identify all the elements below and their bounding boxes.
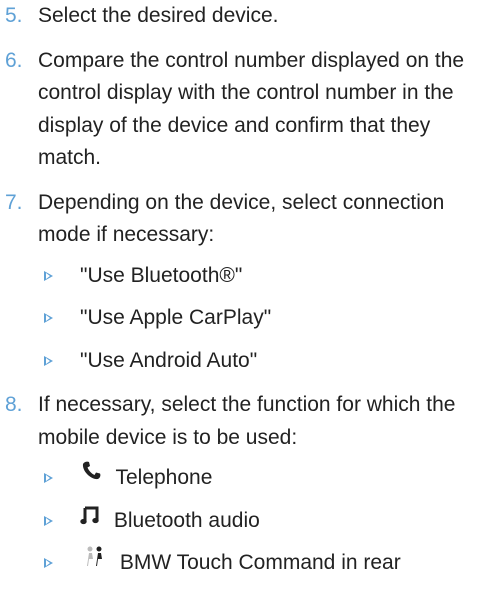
option-use-bluetooth: "Use Bluetooth®" (38, 260, 485, 293)
connection-mode-options: "Use Bluetooth®" "Use Apple CarPlay" "Us… (38, 260, 485, 378)
step-text: Select the desired device. (38, 4, 279, 27)
step-text: Compare the control number displayed on … (38, 48, 465, 170)
option-label: "Use Apple CarPlay" (80, 306, 272, 329)
rear-passengers-icon (80, 545, 106, 578)
function-telephone: Telephone (38, 460, 485, 495)
step-number: 7. (5, 190, 23, 214)
function-label: BMW Touch Command in rear (119, 551, 401, 574)
triangle-bullet-icon (44, 558, 53, 568)
function-bluetooth-audio: Bluetooth audio (38, 505, 485, 538)
step-7: 7. Depending on the device, select conne… (0, 187, 491, 378)
step-number: 5. (5, 4, 23, 27)
triangle-bullet-icon (44, 473, 53, 483)
step-8: 8. If necessary, select the function for… (0, 389, 491, 580)
step-text: Depending on the device, select connecti… (38, 190, 445, 247)
music-note-icon (80, 503, 100, 536)
step-number: 6. (5, 48, 23, 72)
device-function-options: Telephone Bluetooth audio BMW Touch Comm… (38, 460, 485, 580)
triangle-bullet-icon (44, 355, 53, 366)
function-label: Bluetooth audio (113, 508, 260, 532)
step-6: 6. Compare the control number displayed … (0, 45, 491, 175)
instruction-steps: 5. Select the desired device. 6. Compare… (0, 0, 491, 592)
option-use-apple-carplay: "Use Apple CarPlay" (38, 302, 485, 335)
option-label: "Use Bluetooth®" (80, 263, 243, 287)
function-bmw-touch-command: BMW Touch Command in rear (38, 545, 485, 580)
manual-page: 5. Select the desired device. 6. Compare… (0, 0, 491, 574)
telephone-icon (80, 460, 102, 493)
function-label: Telephone (115, 466, 213, 489)
option-label: "Use Android Auto" (80, 348, 258, 372)
option-use-android-auto: "Use Android Auto" (38, 345, 485, 378)
step-text: If necessary, select the function for wh… (38, 393, 456, 449)
triangle-bullet-icon (44, 313, 53, 323)
step-number: 8. (5, 393, 23, 416)
triangle-bullet-icon (44, 515, 53, 526)
triangle-bullet-icon (44, 270, 53, 281)
step-5: 5. Select the desired device. (0, 0, 491, 33)
